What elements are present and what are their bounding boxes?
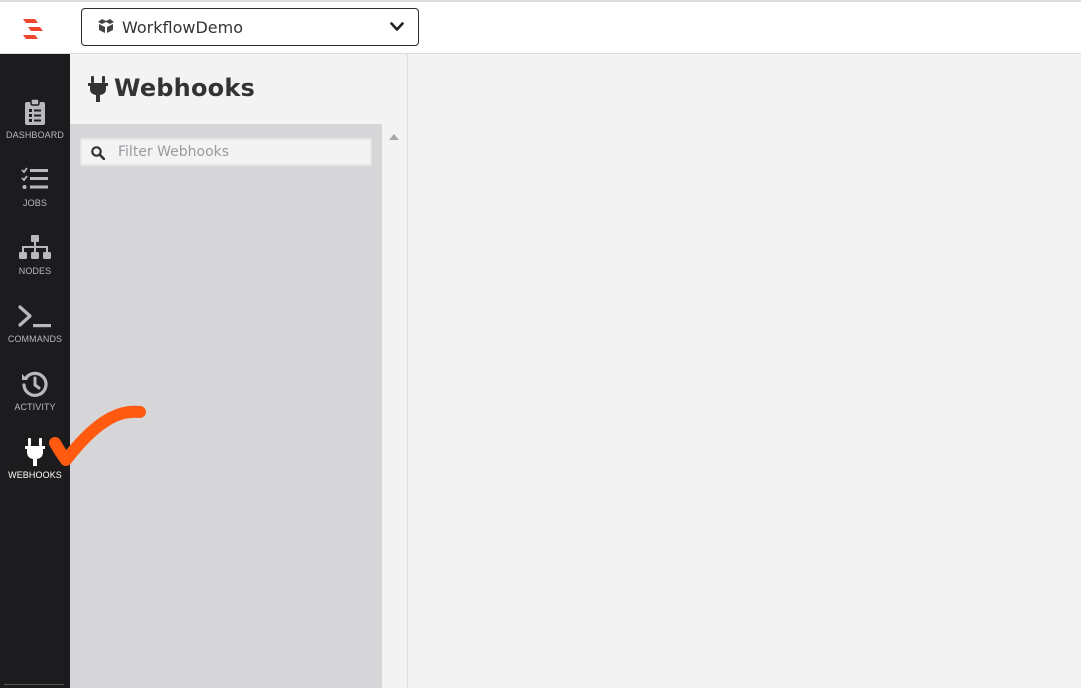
rundeck-logo-icon[interactable] — [20, 16, 46, 42]
sitemap-icon — [19, 235, 51, 259]
clipboard-icon — [25, 98, 45, 125]
sidenav-divider — [4, 684, 64, 685]
nav-item-webhooks[interactable]: WEBHOOKS — [0, 434, 70, 498]
search-icon — [91, 146, 105, 160]
nav-item-commands[interactable]: COMMANDS — [0, 298, 70, 362]
webhooks-list — [70, 124, 382, 688]
project-name: WorkflowDemo — [122, 18, 244, 37]
scroll-up-arrow-icon[interactable] — [389, 133, 399, 140]
terminal-icon — [18, 305, 51, 328]
cubes-icon — [98, 19, 114, 33]
nav-label-activity: ACTIVITY — [14, 402, 56, 412]
plug-icon — [25, 438, 45, 466]
top-bar: WorkflowDemo — [0, 0, 1081, 54]
tasks-icon — [21, 167, 48, 189]
main-content — [408, 54, 1081, 688]
plug-icon — [88, 76, 108, 102]
list-scrollbar[interactable] — [382, 124, 407, 688]
page-title: Webhooks — [114, 74, 255, 102]
nav-label-nodes: NODES — [18, 266, 52, 276]
webhooks-panel: Webhooks — [70, 54, 408, 688]
nav-label-dashboard: DASHBOARD — [6, 130, 64, 140]
nav-item-dashboard[interactable]: DASHBOARD — [0, 94, 70, 158]
filter-webhooks-input[interactable] — [118, 142, 358, 162]
panel-header: Webhooks — [70, 54, 407, 124]
nav-item-jobs[interactable]: JOBS — [0, 162, 70, 226]
side-navigation: DASHBOARD JOBS NODES COMMANDS ACTIVITY W… — [0, 54, 70, 688]
project-selector[interactable]: WorkflowDemo — [81, 8, 419, 46]
nav-label-webhooks: WEBHOOKS — [8, 470, 62, 480]
nav-item-activity[interactable]: ACTIVITY — [0, 366, 70, 430]
history-icon — [22, 371, 48, 397]
nav-label-commands: COMMANDS — [7, 334, 63, 344]
nav-item-nodes[interactable]: NODES — [0, 230, 70, 294]
nav-label-jobs: JOBS — [23, 198, 47, 208]
chevron-down-icon — [390, 22, 404, 31]
filter-box — [80, 138, 372, 166]
